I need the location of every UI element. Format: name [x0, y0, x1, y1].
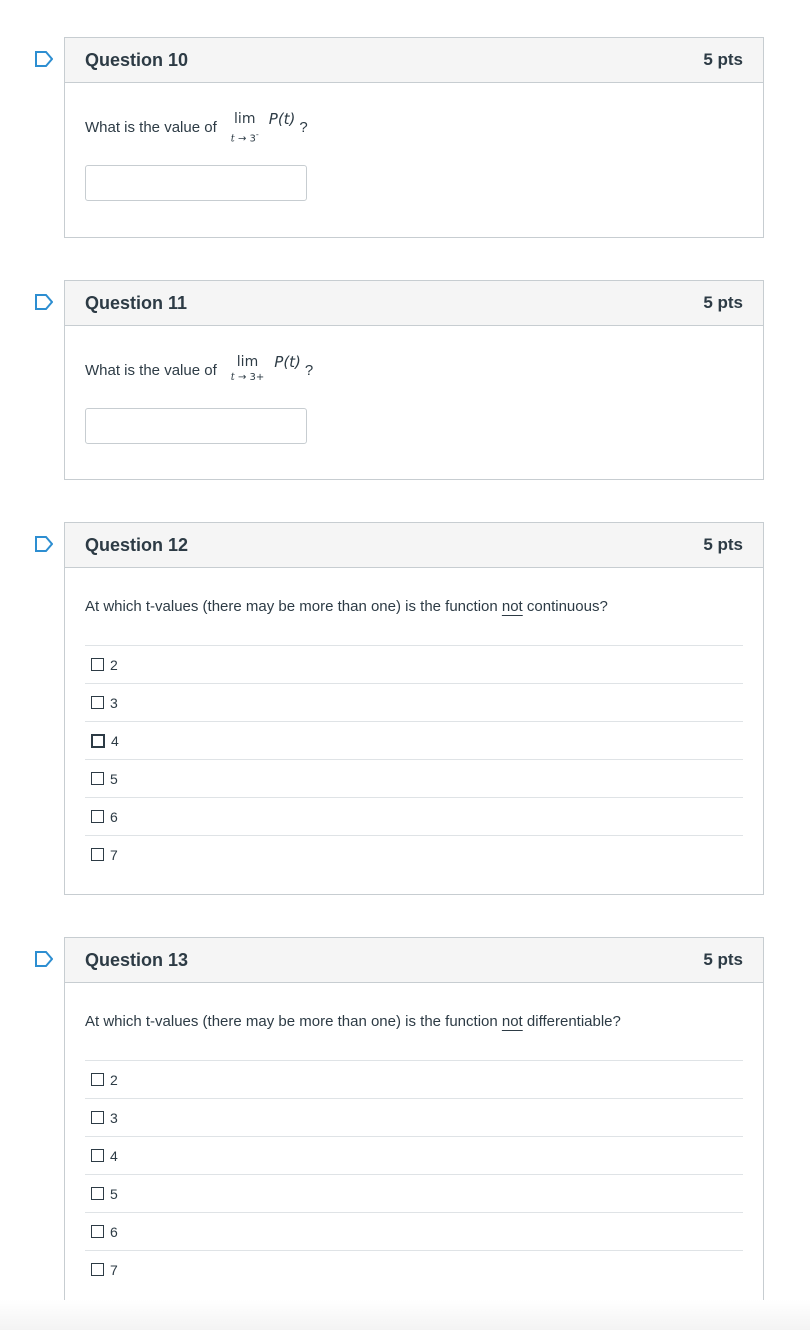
answer-option[interactable]: 7 — [85, 835, 743, 873]
answer-option[interactable]: 3 — [85, 1098, 743, 1136]
answer-option[interactable]: 5 — [85, 759, 743, 797]
checkbox-icon[interactable] — [91, 810, 104, 823]
checkbox-icon[interactable] — [91, 848, 104, 861]
question-12-header: Question 12 5 pts — [65, 523, 763, 568]
question-points: 5 pts — [703, 50, 743, 69]
question-text: At which t-values (there may be more tha… — [85, 1013, 621, 1030]
question-11: Question 11 5 pts What is the value of l… — [64, 280, 764, 480]
checkbox-icon[interactable] — [91, 1263, 104, 1276]
limit-expression: lim t → 3+ — [230, 354, 265, 383]
question-title: Question 10 — [85, 49, 189, 70]
answer-option[interactable]: 7 — [85, 1250, 743, 1288]
answer-option[interactable]: 6 — [85, 1212, 743, 1250]
answer-option[interactable]: 2 — [85, 1060, 743, 1098]
answer-options: 2 3 4 5 6 7 — [85, 1060, 743, 1288]
question-title: Question 13 — [85, 949, 189, 970]
question-text: What is the value of lim t → 3- P(t) ? — [85, 110, 308, 145]
answer-input[interactable] — [85, 165, 307, 201]
checkbox-icon[interactable] — [91, 1149, 104, 1162]
flag-question-10-icon[interactable] — [35, 51, 53, 67]
question-points: 5 pts — [703, 535, 743, 554]
flag-question-11-icon[interactable] — [35, 294, 53, 310]
page-bottom-shadow — [0, 1300, 810, 1330]
flag-question-13-icon[interactable] — [35, 951, 53, 967]
answer-option[interactable]: 2 — [85, 645, 743, 683]
limit-expression: lim t → 3- — [230, 111, 259, 145]
checkbox-icon[interactable] — [91, 658, 104, 671]
function-expression: P(t) — [268, 110, 296, 128]
question-12: Question 12 5 pts At which t-values (the… — [64, 522, 764, 895]
question-10: Question 10 5 pts What is the value of l… — [64, 37, 764, 238]
checkbox-icon[interactable] — [91, 696, 104, 709]
question-13-header: Question 13 5 pts — [65, 938, 763, 983]
question-10-header: Question 10 5 pts — [65, 38, 763, 83]
question-text: What is the value of lim t → 3+ P(t) ? — [85, 353, 314, 383]
checkbox-icon[interactable] — [91, 1225, 104, 1238]
question-11-header: Question 11 5 pts — [65, 281, 763, 326]
flag-question-12-icon[interactable] — [35, 536, 53, 552]
answer-option[interactable]: 6 — [85, 797, 743, 835]
answer-option[interactable]: 4 — [85, 1136, 743, 1174]
answer-option[interactable]: 3 — [85, 683, 743, 721]
function-expression: P(t) — [274, 353, 301, 371]
answer-option[interactable]: 4 — [85, 721, 743, 759]
checkbox-icon[interactable] — [91, 772, 104, 785]
answer-input[interactable] — [85, 408, 307, 444]
answer-option[interactable]: 5 — [85, 1174, 743, 1212]
question-13: Question 13 5 pts At which t-values (the… — [64, 937, 764, 1310]
checkbox-icon[interactable] — [91, 733, 105, 748]
checkbox-icon[interactable] — [91, 1111, 104, 1124]
question-points: 5 pts — [703, 293, 743, 312]
question-title: Question 11 — [85, 292, 188, 313]
answer-options: 2 3 4 5 6 7 — [85, 645, 743, 873]
checkbox-icon[interactable] — [91, 1073, 104, 1086]
question-title: Question 12 — [85, 534, 189, 555]
question-text: At which t-values (there may be more tha… — [85, 598, 608, 615]
question-points: 5 pts — [703, 950, 743, 969]
checkbox-icon[interactable] — [91, 1187, 104, 1200]
